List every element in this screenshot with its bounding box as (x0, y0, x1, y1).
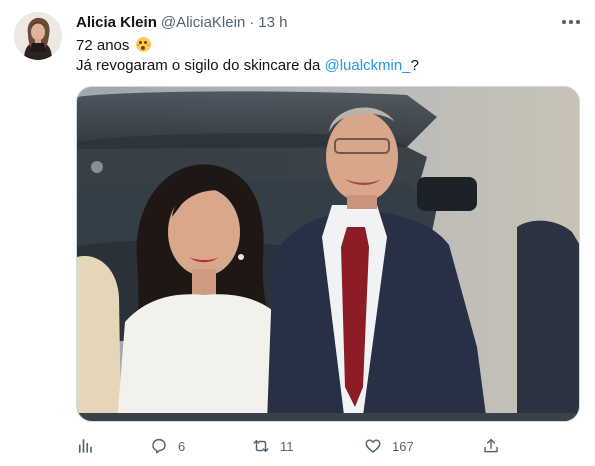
like-count: 167 (392, 438, 414, 454)
analytics-icon (78, 439, 92, 453)
reply-icon (152, 438, 166, 454)
photo-illustration (77, 87, 579, 421)
flushed-face-emoji-icon (135, 37, 151, 52)
like-button[interactable]: 167 (364, 434, 414, 458)
tweet-actions: 6 11 167 (76, 434, 506, 458)
avatar[interactable] (14, 12, 62, 60)
tweet-header: Alicia Klein @AliciaKlein · 13 h (76, 12, 288, 32)
like-icon (365, 439, 381, 453)
mention-link[interactable]: @lualckmin_ (324, 57, 410, 74)
more-dot (562, 20, 566, 24)
author-handle[interactable]: @AliciaKlein (161, 14, 245, 31)
tweet-line-1: 72 anos (76, 36, 419, 56)
retweet-button[interactable]: 11 (252, 434, 294, 458)
tweet-timestamp[interactable]: 13 h (258, 14, 287, 31)
tweet[interactable]: Alicia Klein @AliciaKlein · 13 h 72 anos… (0, 0, 595, 466)
retweet-count: 11 (280, 438, 294, 454)
reply-button[interactable]: 6 (150, 434, 185, 458)
share-icon (484, 438, 498, 453)
more-dot (576, 20, 580, 24)
tweet-text: 72 anos Já revogaram o sigilo do skincar… (76, 36, 419, 76)
tweet-line-2-prefix: Já revogaram o sigilo do skincare da (76, 57, 325, 74)
separator-dot: · (249, 13, 255, 31)
tweet-line-1-text: 72 anos (76, 37, 130, 54)
tweet-photo[interactable] (76, 86, 580, 422)
tweet-line-2-suffix: ? (410, 57, 419, 74)
share-button[interactable] (482, 434, 500, 458)
reply-count: 6 (178, 438, 186, 454)
more-dot (569, 20, 573, 24)
tweet-line-2: Já revogaram o sigilo do skincare da @lu… (76, 56, 419, 76)
analytics-button[interactable] (76, 434, 94, 458)
author-name[interactable]: Alicia Klein (76, 14, 157, 31)
retweet-icon (253, 440, 269, 452)
more-options-icon[interactable] (560, 12, 582, 32)
